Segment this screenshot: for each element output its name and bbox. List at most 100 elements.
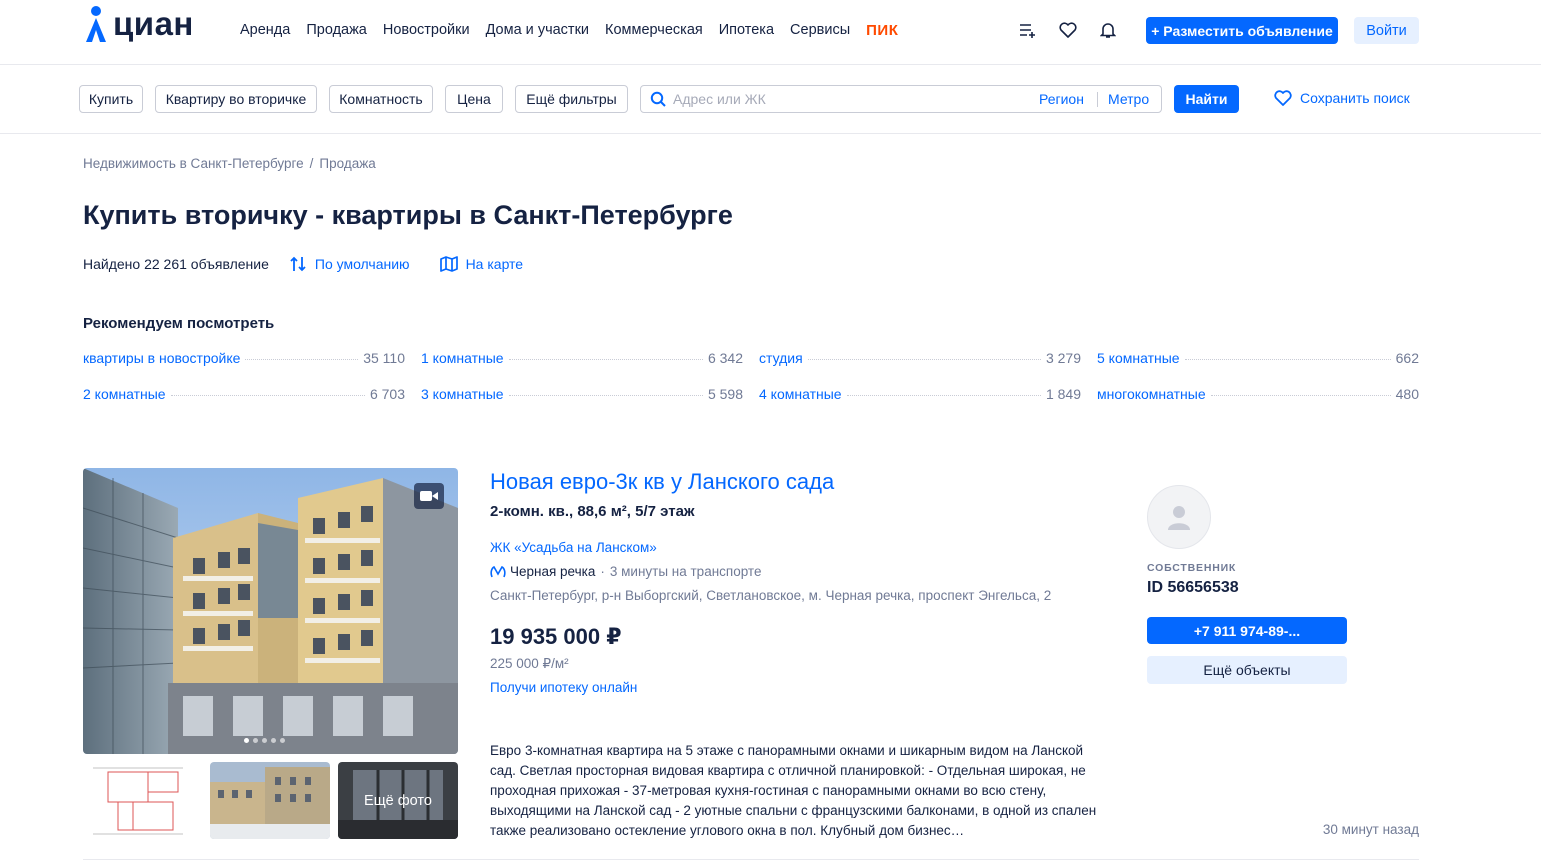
thumbnail-more-photos[interactable]: Ещё фото — [338, 762, 458, 839]
listing-time: 30 минут назад — [1322, 822, 1419, 837]
recommend-count: 6 703 — [369, 386, 405, 402]
recommend-item[interactable]: студия 3 279 — [759, 350, 1081, 370]
favorites-heart-icon[interactable] — [1058, 20, 1078, 40]
thumbnail-photo[interactable] — [210, 762, 330, 839]
recommend-item[interactable]: квартиры в новостройке 35 110 — [83, 350, 405, 370]
map-view-link[interactable]: На карте — [439, 256, 524, 272]
breadcrumb: Недвижимость в Санкт-Петербурге / Продаж… — [83, 156, 376, 171]
pagination-dot[interactable] — [244, 738, 249, 743]
recommend-grid: квартиры в новостройке 35 110 1 комнатные… — [83, 350, 1419, 406]
building-photo — [83, 468, 458, 754]
photo-pagination — [244, 738, 285, 743]
recommend-label: квартиры в новостройке — [83, 350, 241, 366]
thumbnail-floorplan[interactable] — [83, 762, 203, 839]
recommend-count: 480 — [1395, 386, 1419, 402]
video-badge[interactable] — [414, 483, 444, 509]
recommend-count: 3 279 — [1045, 350, 1081, 366]
save-search-label: Сохранить поиск — [1300, 90, 1410, 106]
metro-time: 3 минуты на транспорте — [609, 564, 762, 579]
metro-station[interactable]: Черная речка — [510, 564, 595, 579]
dotted-leader — [508, 359, 703, 360]
filters-bar: Купить Квартиру во вторичке Комнатность … — [0, 65, 1541, 134]
compare-list-icon[interactable] — [1018, 20, 1038, 40]
site-header: циан Аренда Продажа Новостройки Дома и у… — [0, 0, 1541, 65]
recommend-label: студия — [759, 350, 803, 366]
deal-type-filter[interactable]: Купить — [79, 85, 143, 113]
breadcrumb-item-sale[interactable]: Продажа — [319, 156, 375, 171]
recommend-item[interactable]: 2 комнатные 6 703 — [83, 386, 405, 406]
listing-title[interactable]: Новая евро-3к кв у Ланского сада — [490, 469, 834, 495]
post-listing-button[interactable]: + Разместить объявление — [1146, 17, 1338, 44]
owner-avatar — [1147, 485, 1211, 549]
dotted-leader — [508, 395, 703, 396]
object-type-filter[interactable]: Квартиру во вторичке — [155, 85, 317, 113]
pagination-dot[interactable] — [271, 738, 276, 743]
listing-address[interactable]: Санкт-Петербург, р-н Выборгский, Светлан… — [490, 588, 1051, 603]
cian-logo[interactable]: циан — [83, 3, 194, 45]
more-filters-button[interactable]: Ещё фильтры — [515, 85, 628, 113]
nav-sale[interactable]: Продажа — [306, 22, 367, 39]
recommend-count: 35 110 — [363, 350, 405, 366]
rooms-filter[interactable]: Комнатность — [329, 85, 433, 113]
find-button[interactable]: Найти — [1174, 85, 1239, 113]
pagination-dot[interactable] — [262, 738, 267, 743]
recommend-label: 1 комнатные — [421, 350, 504, 366]
listing-main-photo[interactable] — [83, 468, 458, 754]
recommend-item[interactable]: 4 комнатные 1 849 — [759, 386, 1081, 406]
metro-info: Черная речка · 3 минуты на транспорте — [490, 564, 761, 579]
recommend-item[interactable]: многокомнатные 480 — [1097, 386, 1419, 406]
sort-label: По умолчанию — [314, 256, 410, 272]
dotted-leader — [1184, 359, 1391, 360]
card-divider — [83, 859, 1419, 860]
video-camera-icon — [420, 491, 438, 501]
recommend-item[interactable]: 1 комнатные 6 342 — [421, 350, 743, 370]
recommend-count: 5 598 — [707, 386, 743, 402]
save-search-link[interactable]: Сохранить поиск — [1274, 90, 1410, 106]
recommend-label: 2 комнатные — [83, 386, 166, 402]
notifications-bell-icon[interactable] — [1098, 20, 1118, 40]
nav-commercial[interactable]: Коммерческая — [605, 22, 703, 39]
dotted-leader — [245, 359, 359, 360]
dotted-leader — [807, 359, 1041, 360]
more-photos-label: Ещё фото — [364, 792, 432, 809]
owner-role: СОБСТВЕННИК — [1147, 562, 1237, 574]
nav-houses[interactable]: Дома и участки — [486, 22, 589, 39]
more-objects-button[interactable]: Ещё объекты — [1147, 656, 1347, 684]
owner-id: ID 56656538 — [1147, 579, 1239, 596]
login-button[interactable]: Войти — [1354, 17, 1419, 44]
floorplan-image — [93, 767, 183, 835]
recommend-item[interactable]: 3 комнатные 5 598 — [421, 386, 743, 406]
listing-subtitle: 2-комн. кв., 88,6 м², 5/7 этаж — [490, 503, 695, 520]
recommend-item[interactable]: 5 комнатные 662 — [1097, 350, 1419, 370]
results-toolbar: Найдено 22 261 объявление По умолчанию Н… — [83, 255, 523, 273]
dotted-leader — [170, 395, 365, 396]
region-link[interactable]: Регион — [1039, 91, 1084, 107]
main-nav: Аренда Продажа Новостройки Дома и участк… — [240, 22, 914, 39]
nav-mortgage[interactable]: Ипотека — [719, 22, 774, 39]
results-count: Найдено 22 261 объявление — [83, 256, 269, 272]
recommend-count: 1 849 — [1045, 386, 1081, 402]
nav-pik[interactable]: ПИК — [866, 22, 898, 39]
residential-complex-link[interactable]: ЖК «Усадьба на Ланском» — [490, 540, 657, 555]
price-filter[interactable]: Цена — [445, 85, 503, 113]
recommend-label: многокомнатные — [1097, 386, 1206, 402]
mortgage-link[interactable]: Получи ипотеку онлайн — [490, 680, 637, 695]
pagination-dot[interactable] — [253, 738, 258, 743]
sort-arrows-icon — [290, 256, 306, 272]
metro-link[interactable]: Метро — [1108, 91, 1149, 107]
breadcrumb-item-realty[interactable]: Недвижимость в Санкт-Петербурге — [83, 156, 304, 171]
nav-new-buildings[interactable]: Новостройки — [383, 22, 470, 39]
nav-rent[interactable]: Аренда — [240, 22, 290, 39]
show-phone-button[interactable]: +7 911 974-89-... — [1147, 617, 1347, 644]
dotted-leader — [1210, 395, 1391, 396]
logo-pin-icon — [86, 6, 106, 42]
map-label: На карте — [465, 256, 524, 272]
nav-services[interactable]: Сервисы — [790, 22, 850, 39]
price-per-meter: 225 000 ₽/м² — [490, 656, 569, 671]
search-input[interactable] — [673, 91, 1013, 107]
logo-text: циан — [113, 5, 194, 42]
page-title: Купить вторичку - квартиры в Санкт-Петер… — [83, 200, 733, 230]
pagination-dot[interactable] — [280, 738, 285, 743]
sort-dropdown[interactable]: По умолчанию — [289, 255, 410, 273]
listing-price: 19 935 000 ₽ — [490, 624, 622, 649]
